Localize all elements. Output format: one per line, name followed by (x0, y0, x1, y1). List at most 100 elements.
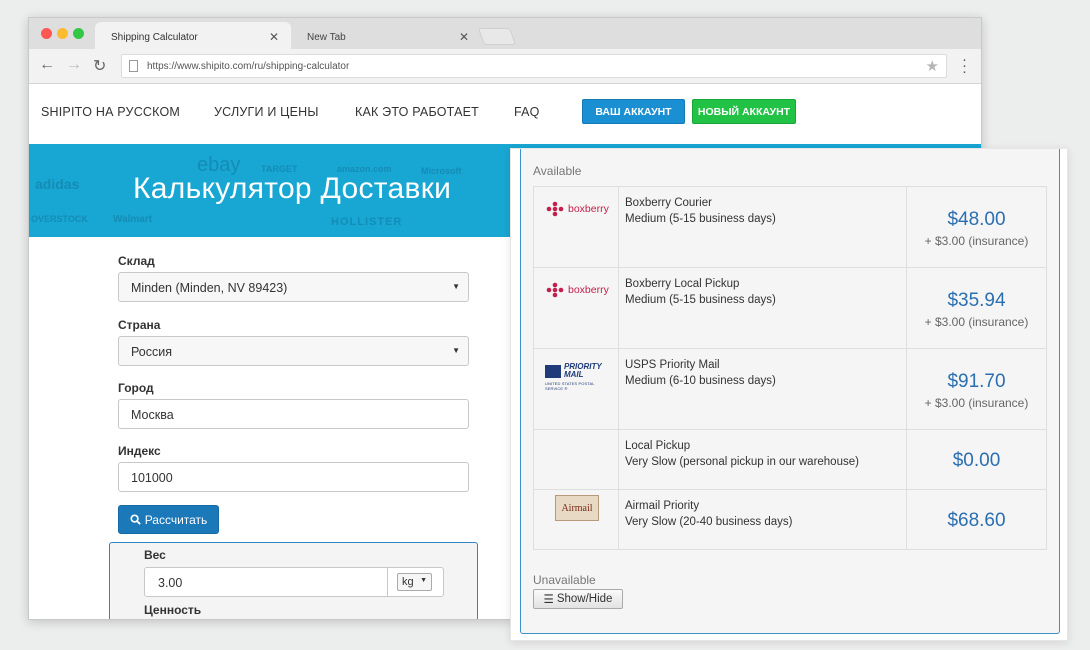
weight-label: Вес (144, 548, 166, 562)
page-title: Калькулятор Доставки (133, 172, 452, 205)
boxberry-berry-icon (546, 282, 564, 298)
shipping-results-panel: Available boxberry Boxberry Courier Medi… (510, 148, 1068, 641)
warehouse-value: Minden (Minden, NV 89423) (131, 281, 288, 295)
rate-row[interactable]: boxberry Boxberry Courier Medium (5-15 b… (533, 186, 1047, 268)
carrier-name: Boxberry Local Pickup (625, 278, 740, 290)
country-value: Россия (131, 345, 172, 359)
warehouse-label: Склад (118, 254, 155, 268)
available-heading: Available (533, 164, 582, 178)
carrier-name: Local Pickup (625, 440, 691, 452)
close-window-icon[interactable] (41, 28, 52, 39)
price-amount: $0.00 (952, 450, 1001, 471)
zip-label: Индекс (118, 444, 161, 458)
browser-toolbar: ← → ↻ https://www.shipito.com/ru/shippin… (29, 49, 981, 84)
country-select[interactable]: Россия ▼ (118, 336, 469, 366)
rate-row[interactable]: Airmail Airmail Priority Very Slow (20-4… (533, 489, 1047, 550)
delivery-speed: Medium (5-15 business days) (625, 213, 776, 225)
warehouse-select[interactable]: Minden (Minden, NV 89423) ▼ (118, 272, 469, 302)
price-amount: $48.00 (947, 209, 1006, 230)
address-bar[interactable]: https://www.shipito.com/ru/shipping-calc… (121, 54, 947, 78)
country-label: Страна (118, 318, 161, 332)
tab-bar: Shipping Calculator ✕ New Tab ✕ (29, 18, 981, 49)
boxberry-logo: boxberry (535, 282, 617, 298)
city-input[interactable]: Москва (118, 399, 469, 429)
rate-price: $0.00 (906, 429, 1047, 490)
bg-logo-adidas: adidas (35, 176, 80, 192)
tab-label: Shipping Calculator (111, 32, 198, 43)
rate-info: Boxberry Local Pickup Medium (5-15 busin… (618, 267, 907, 349)
carrier-logo: boxberry (533, 267, 619, 349)
carrier-name: Airmail Priority (625, 500, 700, 512)
price-amount: $35.94 (947, 290, 1006, 311)
rate-price: $68.60 (906, 489, 1047, 550)
usps-priority-text: PRIORITY MAIL (563, 362, 602, 379)
search-icon (130, 514, 141, 525)
rate-info: Boxberry Courier Medium (5-15 business d… (618, 186, 907, 268)
carrier-name: Boxberry Courier (625, 197, 712, 209)
bg-logo-overstock: OVERSTOCK (31, 214, 88, 224)
page-icon (129, 60, 138, 72)
tab-new-tab[interactable]: New Tab ✕ (291, 22, 481, 49)
boxberry-berry-icon (546, 201, 564, 217)
carrier-logo: boxberry (533, 186, 619, 268)
tab-shipping-calculator[interactable]: Shipping Calculator ✕ (95, 22, 291, 49)
chevron-down-icon: ▼ (452, 282, 460, 291)
boxberry-text: boxberry (568, 284, 609, 296)
rate-row[interactable]: Local Pickup Very Slow (personal pickup … (533, 429, 1047, 490)
nav-link-services[interactable]: УСЛУГИ И ЦЕНЫ (214, 105, 319, 119)
rates-table: boxberry Boxberry Courier Medium (5-15 b… (533, 186, 1047, 550)
weight-input-group: 3.00 kg ▼ (144, 567, 444, 597)
new-tab-button[interactable] (477, 28, 517, 45)
show-hide-button[interactable]: ☰ Show/Hide (533, 589, 623, 609)
value-label: Ценность (144, 603, 202, 617)
site-navigation: SHIPITO НА РУССКОМ УСЛУГИ И ЦЕНЫ КАК ЭТО… (29, 84, 981, 144)
back-arrow-icon[interactable]: ← (39, 56, 55, 74)
url-text[interactable]: https://www.shipito.com/ru/shipping-calc… (147, 61, 349, 72)
package-details-panel: Вес 3.00 kg ▼ Ценность (109, 542, 478, 619)
zip-input[interactable]: 101000 (118, 462, 469, 492)
account-button[interactable]: ВАШ АККАУНТ (582, 99, 685, 124)
calculate-button[interactable]: Рассчитать (118, 505, 219, 534)
price-amount: $91.70 (947, 371, 1006, 392)
rate-price: $48.00 + $3.00 (insurance) (906, 186, 1047, 268)
nav-link-shipito-russian[interactable]: SHIPITO НА РУССКОМ (41, 105, 180, 119)
bookmark-star-icon[interactable]: ★ (926, 57, 939, 75)
price-amount: $68.60 (947, 510, 1006, 531)
carrier-logo: Airmail (533, 489, 619, 550)
nav-link-how-it-works[interactable]: КАК ЭТО РАБОТАЕТ (355, 105, 479, 119)
maximize-window-icon[interactable] (73, 28, 84, 39)
delivery-speed: Medium (5-15 business days) (625, 294, 776, 306)
weight-input[interactable]: 3.00 (158, 576, 182, 590)
usps-eagle-icon (545, 364, 561, 378)
rate-price: $91.70 + $3.00 (insurance) (906, 348, 1047, 430)
delivery-speed: Medium (6-10 business days) (625, 375, 776, 387)
city-value: Москва (131, 408, 174, 422)
rate-row[interactable]: boxberry Boxberry Local Pickup Medium (5… (533, 267, 1047, 349)
insurance-fee: + $3.00 (insurance) (924, 315, 1029, 329)
bg-logo-hollister: HOLLISTER (331, 216, 403, 228)
reload-icon[interactable]: ↻ (93, 56, 106, 76)
zip-value: 101000 (131, 471, 173, 485)
minimize-window-icon[interactable] (57, 28, 68, 39)
carrier-name: USPS Priority Mail (625, 359, 720, 371)
boxberry-text: boxberry (568, 203, 609, 215)
rate-price: $35.94 + $3.00 (insurance) (906, 267, 1047, 349)
forward-arrow-icon[interactable]: → (66, 56, 82, 74)
nav-link-faq[interactable]: FAQ (514, 105, 540, 119)
rate-row[interactable]: PRIORITY MAIL UNITED STATES POSTAL SERVI… (533, 348, 1047, 430)
unit-value: kg (402, 576, 414, 588)
new-account-button[interactable]: НОВЫЙ АККАУНТ (692, 99, 796, 124)
tab-label: New Tab (307, 32, 346, 43)
insurance-fee: + $3.00 (insurance) (924, 234, 1029, 248)
tab-close-icon[interactable]: ✕ (269, 30, 279, 44)
rate-info: Local Pickup Very Slow (personal pickup … (618, 429, 907, 490)
unavailable-heading: Unavailable (533, 573, 596, 587)
airmail-stamp-icon: Airmail (555, 495, 599, 521)
city-label: Город (118, 381, 154, 395)
tab-close-icon[interactable]: ✕ (459, 30, 469, 44)
weight-unit-select[interactable]: kg ▼ (397, 573, 432, 591)
airmail-stamp-text: Airmail (561, 502, 593, 514)
menu-dots-icon[interactable]: · · · (962, 52, 967, 79)
usps-subtitle: UNITED STATES POSTAL SERVICE ® (545, 381, 595, 391)
chevron-down-icon: ▼ (420, 577, 427, 584)
